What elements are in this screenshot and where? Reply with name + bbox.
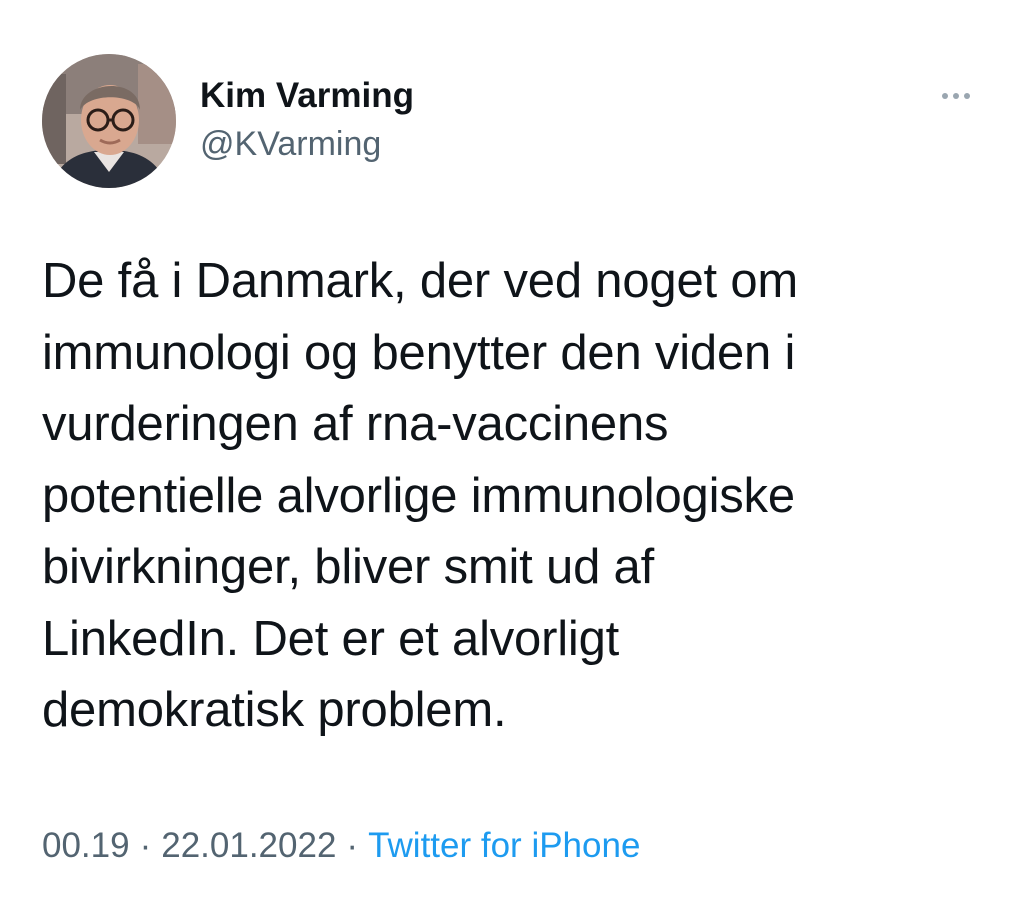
more-horizontal-icon-dot [953, 93, 959, 99]
tweet-date[interactable]: 22.01.2022 [161, 826, 336, 865]
author-display-name[interactable]: Kim Varming [200, 74, 414, 118]
tweet-source-link[interactable]: Twitter for iPhone [368, 826, 640, 865]
meta-separator: · [139, 826, 152, 865]
tweet-time[interactable]: 00.19 [42, 826, 130, 865]
meta-separator: · [346, 826, 359, 865]
tweet-metadata: 00.19 · 22.01.2022 · Twitter for iPhone [42, 822, 640, 870]
user-avatar-photo-icon [42, 54, 176, 188]
more-horizontal-icon [942, 93, 948, 99]
author-handle[interactable]: @KVarming [200, 122, 381, 166]
more-horizontal-icon-dot [964, 93, 970, 99]
tweet-text: De få i Danmark, der ved noget om immuno… [42, 254, 798, 737]
avatar[interactable] [42, 54, 176, 188]
more-options-button[interactable] [928, 78, 984, 114]
